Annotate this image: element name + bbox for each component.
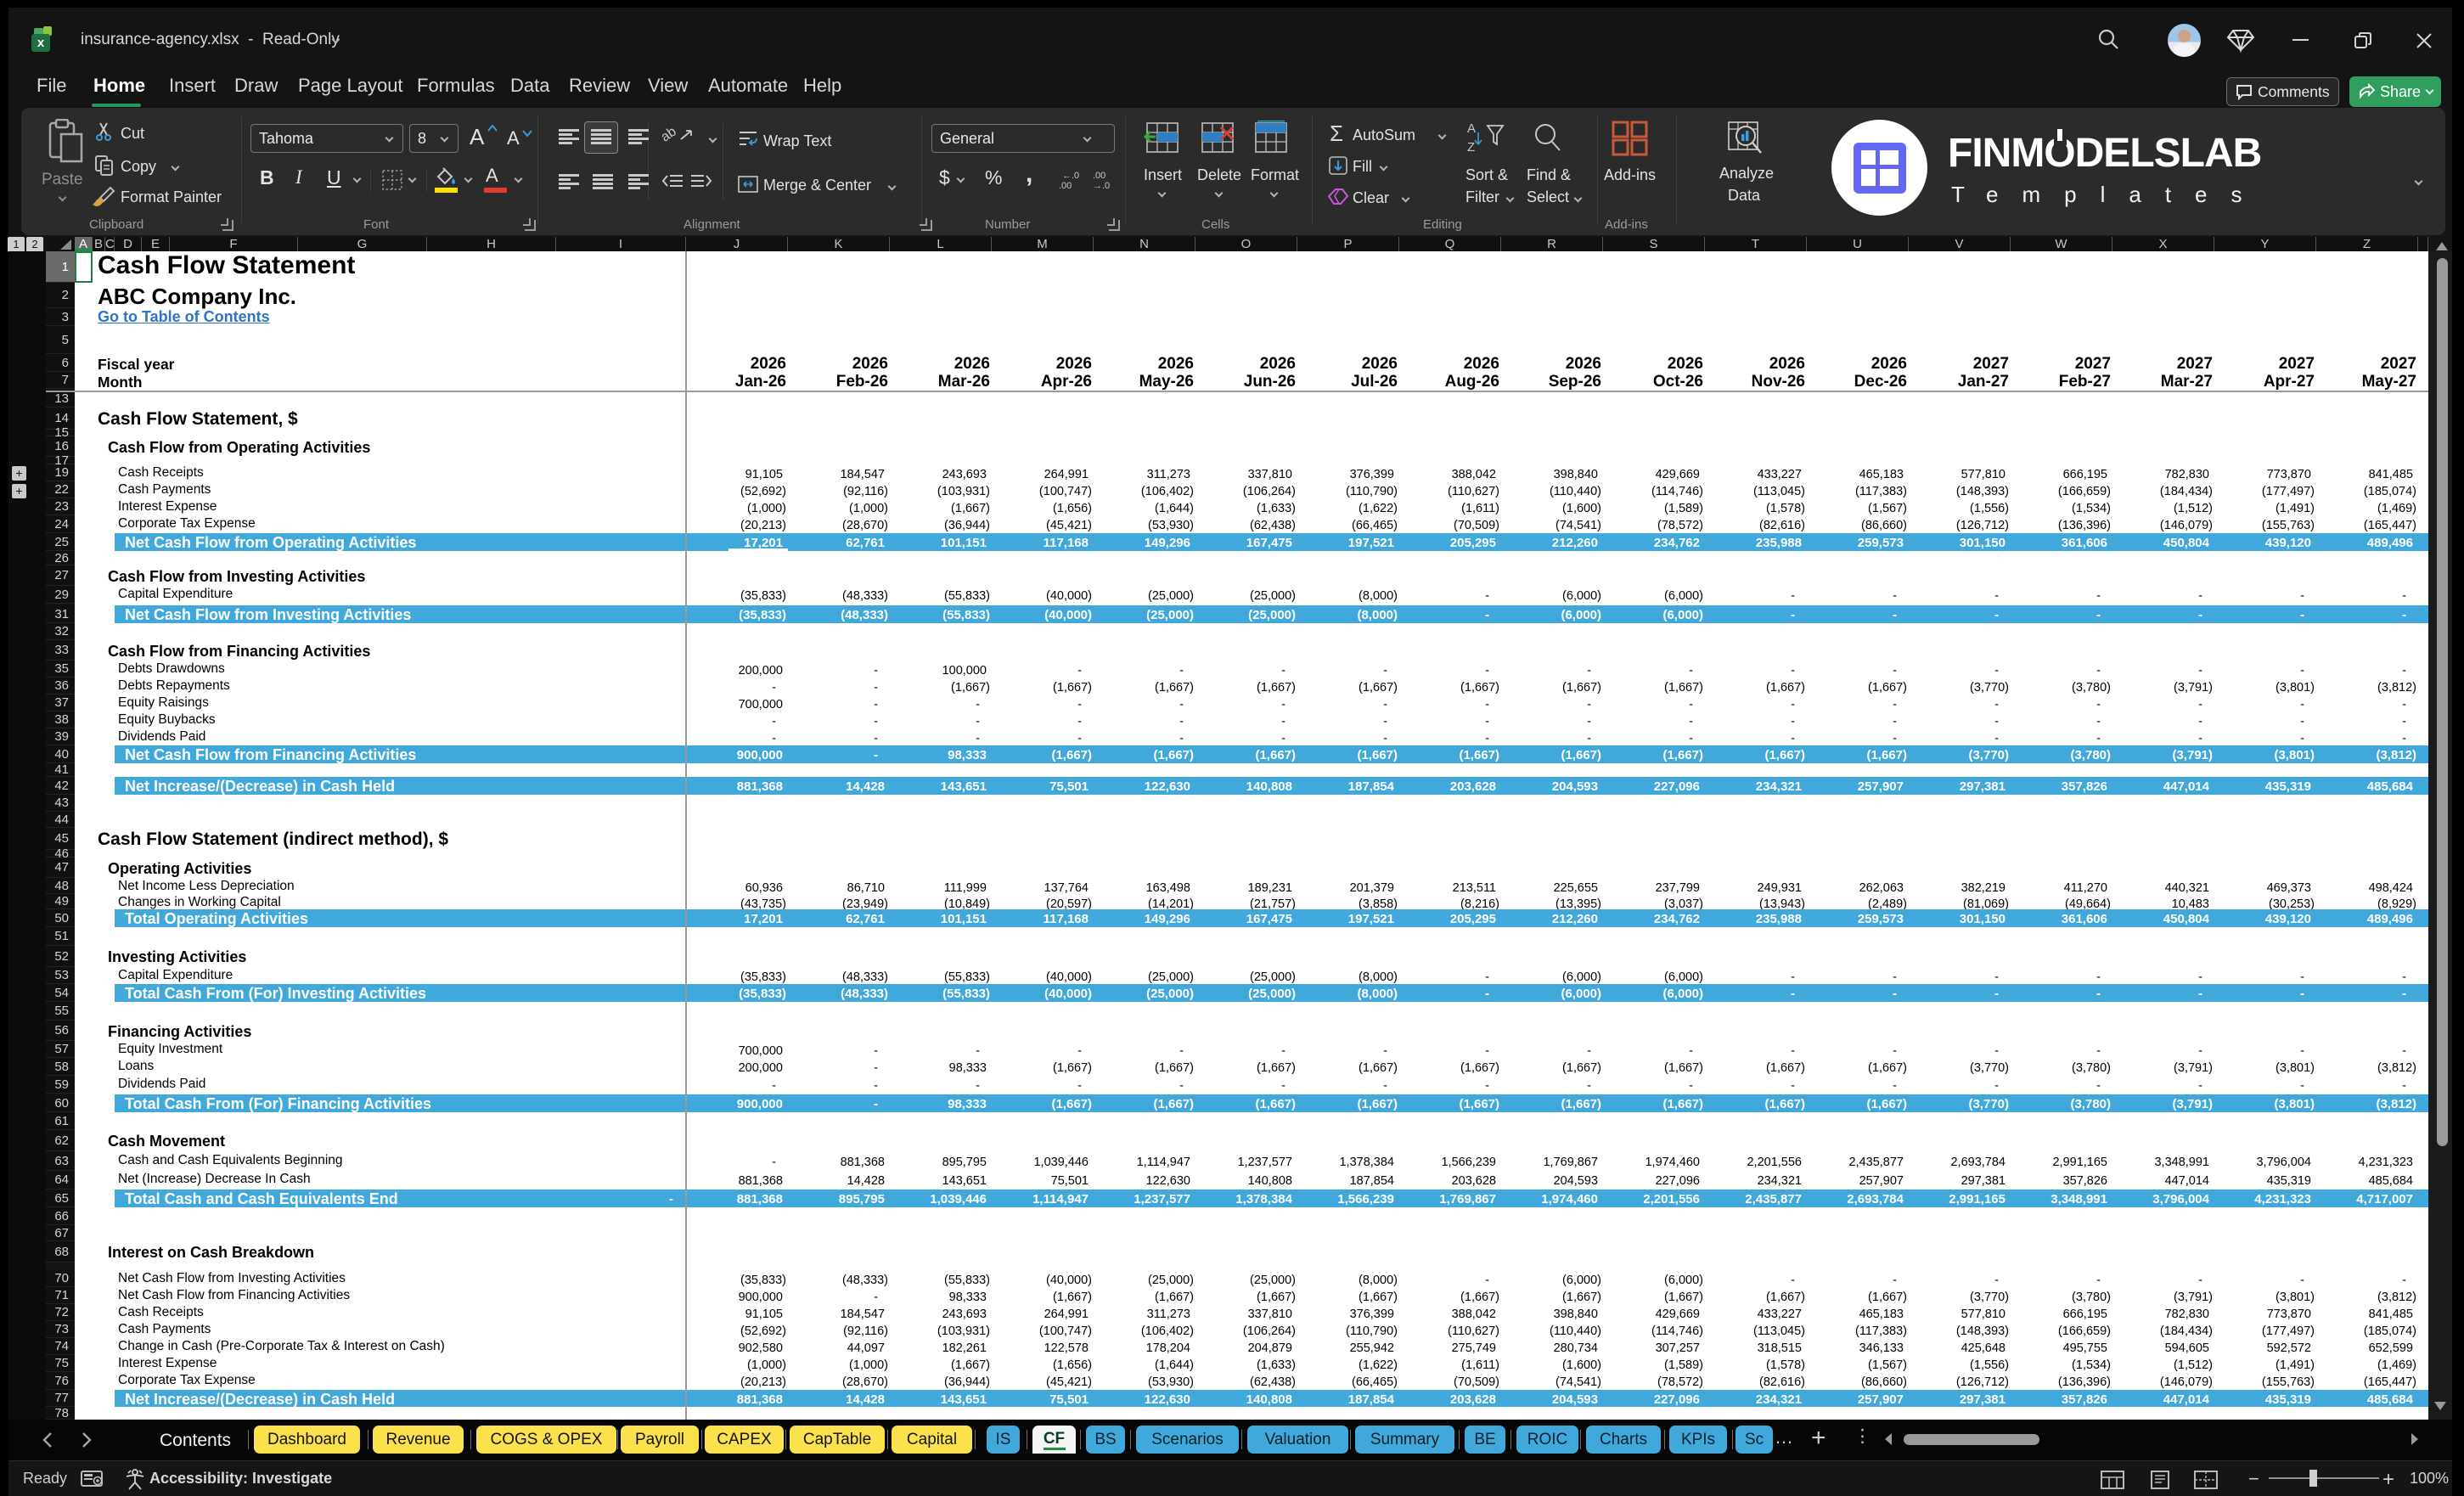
svg-text:A: A [1467,121,1476,136]
svg-text:.00: .00 [1093,171,1105,181]
svg-text:←.0: ←.0 [1062,171,1079,181]
svg-text:.00: .00 [1059,181,1072,190]
svg-text:→.0: →.0 [1093,181,1110,190]
svg-text:Z: Z [1467,140,1475,155]
